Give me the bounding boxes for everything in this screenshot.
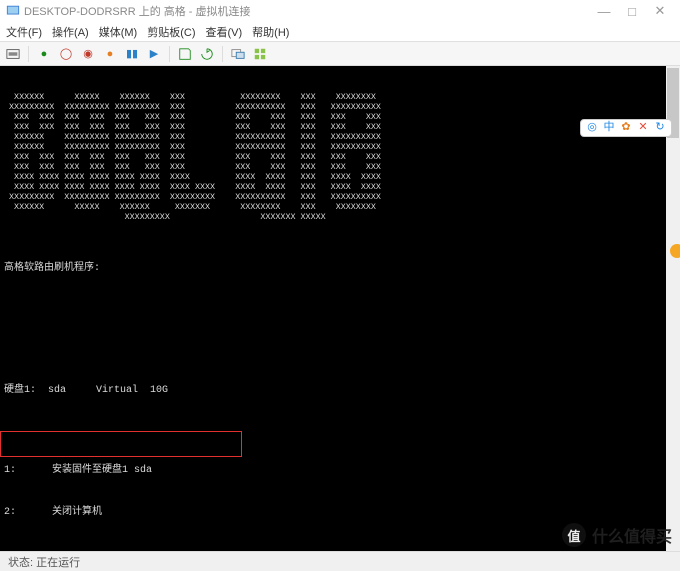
pause-button[interactable]: ▮▮ <box>123 45 141 63</box>
side-indicator-icon <box>670 244 680 258</box>
share-button[interactable] <box>251 45 269 63</box>
checkpoint-button[interactable] <box>176 45 194 63</box>
shutdown-button[interactable]: ◉ <box>79 45 97 63</box>
statusbar: 状态: 正在运行 <box>0 551 680 571</box>
disk-line: 硬盘1: sda Virtual 10G <box>4 384 676 398</box>
floating-toolbar: ◎ 中 ✿ ✕ ↻ <box>580 119 672 137</box>
console-viewport[interactable]: XXXXXX XXXXX XXXXXX XXX XXXXXXXX XXX XXX… <box>0 66 680 551</box>
revert-button[interactable] <box>198 45 216 63</box>
menu-option-1: 1: 安装固件至硬盘1 sda <box>4 464 676 478</box>
maximize-button[interactable]: □ <box>618 4 646 19</box>
status-text: 状态: 正在运行 <box>8 554 80 570</box>
float-icon-1[interactable]: ◎ <box>585 121 599 135</box>
watermark-text: 什么值得买 <box>592 523 672 547</box>
app-icon <box>6 4 20 18</box>
menu-media[interactable]: 媒体(M) <box>99 24 138 40</box>
float-icon-4[interactable]: ✕ <box>636 121 650 135</box>
console-scrollbar[interactable] <box>666 66 680 551</box>
menu-action[interactable]: 操作(A) <box>52 24 89 40</box>
watermark-logo: 值 <box>562 523 586 547</box>
enhanced-session-button[interactable] <box>229 45 247 63</box>
menu-file[interactable]: 文件(F) <box>6 24 42 40</box>
vm-window: DESKTOP-DODRSRR 上的 高格 - 虚拟机连接 — □ ✕ 文件(F… <box>0 0 680 571</box>
titlebar: DESKTOP-DODRSRR 上的 高格 - 虚拟机连接 — □ ✕ <box>0 0 680 22</box>
ascii-banner: XXXXXX XXXXX XXXXXX XXX XXXXXXXX XXX XXX… <box>4 92 676 222</box>
float-icon-5[interactable]: ↻ <box>653 121 667 135</box>
menu-view[interactable]: 查看(V) <box>206 24 243 40</box>
float-icon-3[interactable]: ✿ <box>619 121 633 135</box>
menu-option-2: 2: 关闭计算机 <box>4 506 676 520</box>
window-title: DESKTOP-DODRSRR 上的 高格 - 虚拟机连接 <box>24 3 251 19</box>
reset-button[interactable]: ▶ <box>145 45 163 63</box>
menu-clipboard[interactable]: 剪贴板(C) <box>147 24 195 40</box>
menubar: 文件(F) 操作(A) 媒体(M) 剪贴板(C) 查看(V) 帮助(H) <box>0 22 680 42</box>
watermark: 值 什么值得买 <box>562 523 672 547</box>
toolbar: ● ◯ ◉ ● ▮▮ ▶ <box>0 42 680 66</box>
minimize-button[interactable]: — <box>590 4 618 19</box>
save-button[interactable]: ● <box>101 45 119 63</box>
close-button[interactable]: ✕ <box>646 3 674 19</box>
float-icon-2[interactable]: 中 <box>602 121 616 135</box>
ctrl-alt-del-button[interactable] <box>4 45 22 63</box>
start-button[interactable]: ● <box>35 45 53 63</box>
turnoff-button[interactable]: ◯ <box>57 45 75 63</box>
menu-help[interactable]: 帮助(H) <box>252 24 289 40</box>
program-label: 高格软路由刷机程序: <box>4 262 676 276</box>
